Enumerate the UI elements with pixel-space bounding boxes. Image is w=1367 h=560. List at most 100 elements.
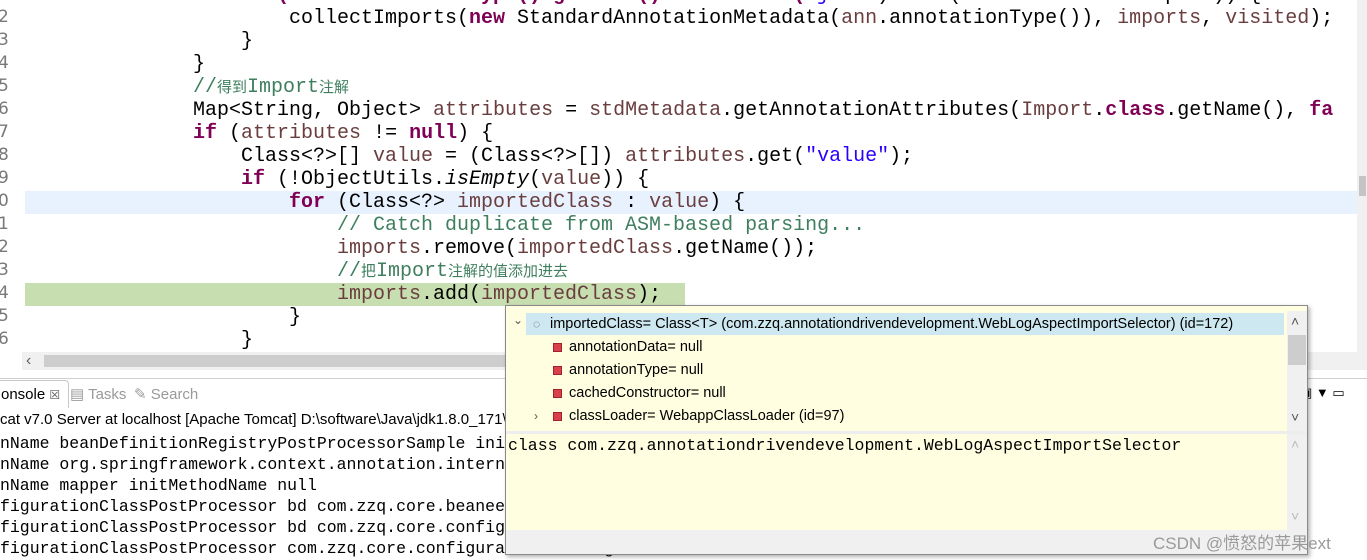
code-token: // Catch duplicate from ASM-based parsin… <box>337 214 866 237</box>
close-icon[interactable]: ☒ <box>49 388 60 402</box>
code-token: // <box>193 76 218 99</box>
code-token: 把 <box>361 262 377 280</box>
line-number: 6 <box>0 329 9 349</box>
collapse-chevron-icon[interactable]: ⌄ <box>513 309 523 331</box>
code-token: importedClass <box>481 283 638 306</box>
code-token: Import <box>1021 99 1094 122</box>
code-line: collectImports(new StandardAnnotationMet… <box>25 7 1357 30</box>
code-line: if (!ann.annotationType().getName().star… <box>25 0 1357 7</box>
private-field-icon <box>553 343 562 352</box>
debug-current-line: imports.add(importedClass); <box>25 283 1357 306</box>
current-code-line: for (Class<?> importedClass : value) { <box>25 191 1357 214</box>
code-token: .getName(), <box>1165 99 1310 122</box>
code-token: // <box>337 260 362 283</box>
tab-search[interactable]: ✎ Search <box>134 385 198 403</box>
code-token: 得到 <box>217 78 248 96</box>
final-field-icon <box>553 412 562 421</box>
code-token: StandardAnnotationMetadata( <box>505 7 842 30</box>
variable-inspect-popup[interactable]: ⌄ ◌ importedClass= Class<T> (com.zzq.annot… <box>505 305 1308 555</box>
editor-vertical-scrollbar[interactable] <box>1357 0 1367 370</box>
detail-pane[interactable]: class com.zzq.annotationdrivendevelopmen… <box>508 436 1181 455</box>
tab-label: Search <box>150 386 199 403</box>
line-number: 2 <box>0 7 9 27</box>
code-token: imports <box>1117 7 1202 30</box>
code-token: .getName()); <box>673 237 818 260</box>
code-token: 注解的值添加进去 <box>448 262 569 280</box>
scroll-left-icon[interactable]: ‹ <box>26 352 31 370</box>
code-token: } <box>289 306 302 329</box>
code-token: visited <box>1225 7 1310 30</box>
code-token: )) { <box>601 168 650 191</box>
code-token: ); <box>889 145 914 168</box>
code-token: ) { <box>457 122 494 145</box>
view-menu-icon[interactable]: ▼ <box>1316 385 1329 400</box>
line-number: 3 <box>0 260 9 280</box>
code-token: value <box>649 191 710 214</box>
scroll-up-icon[interactable]: ˄ <box>1291 436 1299 452</box>
code-token: attributes <box>433 99 554 122</box>
scroll-thumb[interactable] <box>44 355 524 367</box>
line-number: 4 <box>0 53 9 73</box>
code-token: for <box>289 191 326 214</box>
code-token: .getAnnotationAttributes( <box>721 99 1022 122</box>
scroll-down-icon[interactable]: ˅ <box>1291 409 1299 425</box>
code-line: //得到Import注解 <box>25 76 1357 99</box>
search-icon: ✎ <box>134 386 147 403</box>
code-token: ( <box>217 122 242 145</box>
variable-label: classLoader= WebappClassLoader (id=97) <box>569 408 845 424</box>
code-token: } <box>241 329 254 352</box>
code-token: fa <box>1309 99 1334 122</box>
code-token: .add( <box>421 283 482 306</box>
scroll-up-icon[interactable]: ˄ <box>1291 313 1299 329</box>
expand-chevron-icon[interactable]: › <box>534 405 538 427</box>
line-number: 5 <box>0 76 9 96</box>
variable-tree[interactable]: ⌄ ◌ importedClass= Class<T> (com.zzq.annot… <box>506 311 1286 431</box>
tree-scrollbar[interactable]: ˄ ˅ <box>1287 311 1307 431</box>
code-token: value <box>541 168 602 191</box>
tab-tasks[interactable]: ▤ Tasks <box>70 385 126 403</box>
code-token: .remove( <box>421 237 518 260</box>
code-token: (Class<?> <box>325 191 458 214</box>
code-token: class <box>1105 99 1166 122</box>
variable-label: annotationType= null <box>569 362 704 378</box>
scroll-thumb[interactable] <box>1359 176 1366 196</box>
code-token: attributes <box>241 122 362 145</box>
code-editor[interactable]: 1 2 3 4 5 6 7 8 9 0 1 2 3 4 5 6 if (!ann.annotationType… <box>0 0 1357 352</box>
code-token: importedClass <box>517 237 674 260</box>
code-token: Class<?>[] <box>241 145 374 168</box>
code-token: ); <box>637 283 662 306</box>
pane-divider[interactable] <box>506 431 1307 434</box>
code-token: } <box>193 53 206 76</box>
variable-label: importedClass= Class<T> (com.zzq.annotat… <box>550 316 1234 332</box>
code-token: if (!ann.annotationType().getName().star… <box>241 0 805 7</box>
watermark: CSDN @愤怒的苹果ext <box>1153 534 1331 553</box>
scroll-thumb[interactable] <box>1288 335 1306 365</box>
scroll-down-icon[interactable]: ˅ <box>1291 508 1299 524</box>
code-token: Import <box>376 260 449 283</box>
code-token: ) && !(ann <box>877 0 1009 7</box>
code-token: , <box>1201 7 1226 30</box>
tasks-icon: ▤ <box>70 386 85 403</box>
line-number: 5 <box>0 306 9 326</box>
code-token: .get( <box>745 145 806 168</box>
variable-tree-row[interactable]: ⌄ ◌ importedClass= Class<T> (com.zzq.annot… <box>513 313 1284 335</box>
console-process-label: cat v7.0 Server at localhost [Apache Tom… <box>0 411 519 428</box>
line-number: 2 <box>0 237 9 257</box>
detail-scrollbar[interactable]: ˄ ˅ <box>1287 434 1307 530</box>
line-number: 6 <box>0 99 9 119</box>
code-line: if (attributes != null) { <box>25 122 1357 145</box>
code-token: importedClass <box>457 191 614 214</box>
code-token: if <box>241 168 266 191</box>
minimize-icon[interactable]: ▭ <box>1332 385 1344 400</box>
code-token: } <box>241 30 254 53</box>
private-field-icon <box>553 366 562 375</box>
tab-console[interactable]: onsole ☒ <box>0 380 70 408</box>
code-token: ( <box>529 168 542 191</box>
code-line: // Catch duplicate from ASM-based parsin… <box>25 214 1357 237</box>
private-field-icon <box>553 389 562 398</box>
code-line: imports.remove(importedClass.getName()); <box>25 237 1357 260</box>
code-token: attributes <box>625 145 746 168</box>
code-token: .annotationType()), <box>877 7 1118 30</box>
code-line: //把Import注解的值添加进去 <box>25 260 1357 283</box>
code-token: : <box>613 191 650 214</box>
